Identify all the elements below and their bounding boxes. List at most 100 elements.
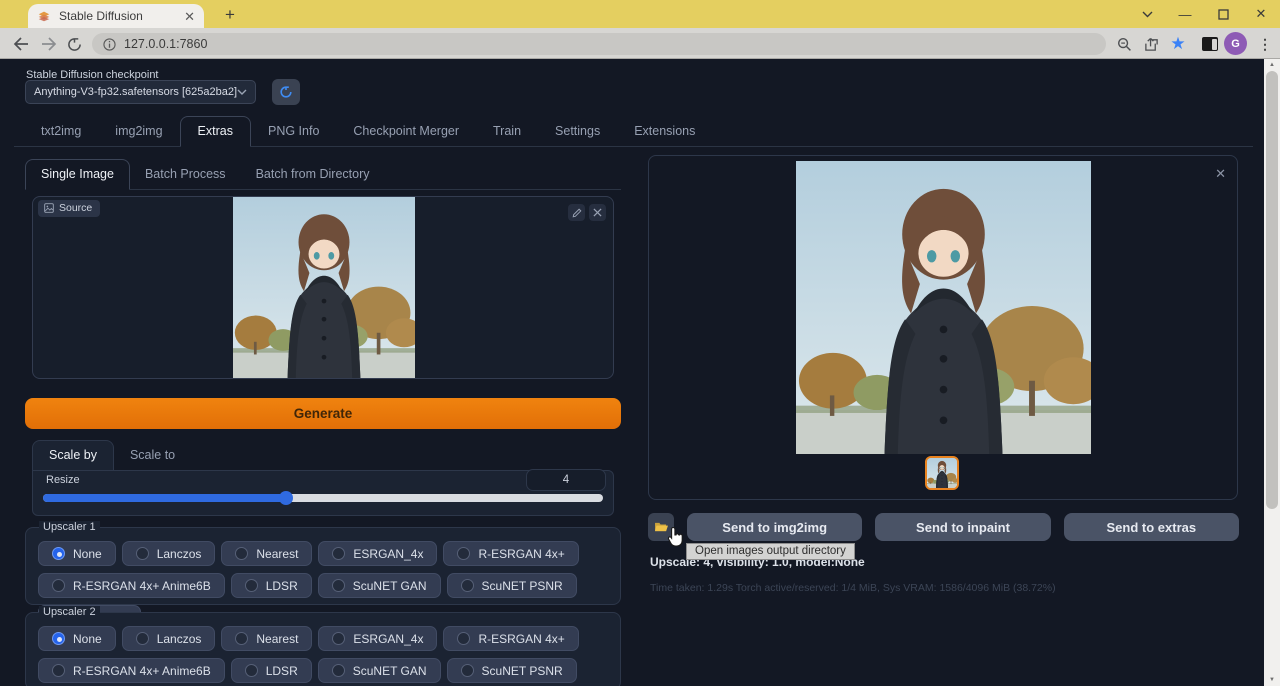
scrollbar-up-icon[interactable]: ▲ xyxy=(1264,62,1280,68)
zoom-icon[interactable] xyxy=(1112,33,1136,55)
upscaler2-option-esrgan-4x[interactable]: ESRGAN_4x xyxy=(318,626,437,651)
subtab-batch-process[interactable]: Batch Process xyxy=(130,160,241,189)
favicon-stable-diffusion xyxy=(37,9,51,23)
tab-img2img[interactable]: img2img xyxy=(98,117,179,146)
close-icon xyxy=(593,208,602,217)
tab-list-chevron-icon[interactable] xyxy=(1128,0,1166,28)
screen: Stable Diffusion ✕ + — ✕ 127.0.0.1:7860 xyxy=(0,0,1280,686)
upscaler1-option-esrgan-4x[interactable]: ESRGAN_4x xyxy=(318,541,437,566)
send-to-inpaint-button[interactable]: Send to inpaint xyxy=(875,513,1050,541)
send-to-img2img-button[interactable]: Send to img2img xyxy=(687,513,862,541)
tooltip: Open images output directory xyxy=(686,543,855,560)
main-tab-bar: txt2img img2img Extras PNG Info Checkpoi… xyxy=(14,118,1253,147)
tab-extras[interactable]: Extras xyxy=(180,116,251,147)
subtab-batch-from-directory[interactable]: Batch from Directory xyxy=(241,160,385,189)
side-panel-icon[interactable] xyxy=(1198,33,1222,55)
radio-icon xyxy=(457,632,470,645)
resize-slider-handle[interactable] xyxy=(279,491,293,505)
upscaler1-option-nearest[interactable]: Nearest xyxy=(221,541,312,566)
gallery-thumbnail-selected[interactable] xyxy=(925,456,959,490)
clear-image-button[interactable] xyxy=(589,204,606,221)
image-icon xyxy=(44,203,54,213)
thumbnail-image xyxy=(927,458,957,488)
send-to-extras-button[interactable]: Send to extras xyxy=(1064,513,1239,541)
window-close-button[interactable]: ✕ xyxy=(1242,0,1280,28)
upscaler1-option-lanczos[interactable]: Lanczos xyxy=(122,541,216,566)
tab-txt2img[interactable]: txt2img xyxy=(24,117,98,146)
site-info-icon[interactable] xyxy=(103,38,116,51)
radio-icon xyxy=(136,632,149,645)
upscaler2-option-lanczos[interactable]: Lanczos xyxy=(122,626,216,651)
radio-icon xyxy=(332,547,345,560)
upscaler1-option-scunet-gan[interactable]: ScuNET GAN xyxy=(318,573,441,598)
checkpoint-refresh-button[interactable] xyxy=(272,79,300,105)
upscaler2-option-none[interactable]: None xyxy=(38,626,116,651)
bookmark-star-icon[interactable]: ★ xyxy=(1166,33,1190,55)
scale-tab-bar: Scale by Scale to xyxy=(32,441,614,470)
upscaler1-option-scunet-psnr[interactable]: ScuNET PSNR xyxy=(447,573,577,598)
share-icon[interactable] xyxy=(1139,33,1163,55)
source-image-dropzone[interactable]: Source xyxy=(32,196,614,379)
upscaler-1-group: Upscaler 1 None Lanczos Nearest ESRGAN_4… xyxy=(25,527,621,605)
tab-train[interactable]: Train xyxy=(476,117,538,146)
image-source-tab-bar: Single Image Batch Process Batch from Di… xyxy=(25,160,621,190)
reload-button[interactable] xyxy=(63,33,85,55)
tab-png-info[interactable]: PNG Info xyxy=(251,117,336,146)
url-text: 127.0.0.1:7860 xyxy=(124,37,207,51)
back-button[interactable] xyxy=(10,33,32,55)
tab-close-icon[interactable]: ✕ xyxy=(184,10,195,23)
upscaler1-option-r-esrgan-4x[interactable]: R-ESRGAN 4x+ xyxy=(443,541,578,566)
new-tab-button[interactable]: + xyxy=(218,4,242,26)
result-image[interactable] xyxy=(796,161,1091,454)
source-image[interactable] xyxy=(233,197,415,378)
tab-settings[interactable]: Settings xyxy=(538,117,617,146)
radio-icon xyxy=(235,547,248,560)
resize-value-input[interactable]: 4 xyxy=(526,469,606,491)
radio-icon xyxy=(332,579,345,592)
radio-icon xyxy=(235,632,248,645)
subtab-scale-to[interactable]: Scale to xyxy=(114,441,191,470)
radio-icon xyxy=(52,547,65,560)
resize-slider[interactable] xyxy=(43,494,603,502)
browser-tabstrip: Stable Diffusion ✕ + — ✕ xyxy=(0,0,1280,28)
subtab-single-image[interactable]: Single Image xyxy=(25,159,130,190)
tab-checkpoint-merger[interactable]: Checkpoint Merger xyxy=(336,117,476,146)
checkpoint-value: Anything-V3-fp32.safetensors [625a2ba2] xyxy=(34,86,237,98)
radio-icon xyxy=(332,664,345,677)
upscaler2-option-r-esrgan-4x[interactable]: R-ESRGAN 4x+ xyxy=(443,626,578,651)
subtab-scale-by[interactable]: Scale by xyxy=(32,440,114,471)
window-maximize-button[interactable] xyxy=(1204,0,1242,28)
url-bar[interactable]: 127.0.0.1:7860 xyxy=(92,33,1106,55)
scrollbar-down-icon[interactable]: ▼ xyxy=(1264,677,1280,683)
page-scrollbar[interactable]: ▲ ▼ xyxy=(1264,59,1280,686)
browser-tab[interactable]: Stable Diffusion ✕ xyxy=(28,4,204,28)
upscaler2-option-nearest[interactable]: Nearest xyxy=(221,626,312,651)
result-gallery: ✕ xyxy=(648,155,1238,500)
footer-stats-text: Time taken: 1.29s Torch active/reserved:… xyxy=(650,582,1056,594)
upscaler2-option-scunet-gan[interactable]: ScuNET GAN xyxy=(318,658,441,683)
upscaler1-option-ldsr[interactable]: LDSR xyxy=(231,573,312,598)
edit-image-button[interactable] xyxy=(568,204,585,221)
upscaler2-option-ldsr[interactable]: LDSR xyxy=(231,658,312,683)
source-chip: Source xyxy=(38,200,100,217)
browser-menu-icon[interactable]: ⋮ xyxy=(1253,33,1277,55)
profile-avatar[interactable]: G xyxy=(1224,32,1247,55)
window-minimize-button[interactable]: — xyxy=(1166,0,1204,28)
tab-extensions[interactable]: Extensions xyxy=(617,117,712,146)
upscaler1-option-r-esrgan-anime6b[interactable]: R-ESRGAN 4x+ Anime6B xyxy=(38,573,225,598)
radio-icon xyxy=(461,579,474,592)
upscaler2-option-scunet-psnr[interactable]: ScuNET PSNR xyxy=(447,658,577,683)
upscaler2-option-r-esrgan-anime6b[interactable]: R-ESRGAN 4x+ Anime6B xyxy=(38,658,225,683)
gallery-close-icon[interactable]: ✕ xyxy=(1215,167,1226,180)
radio-icon xyxy=(52,579,65,592)
forward-button[interactable] xyxy=(38,33,60,55)
upscaler1-option-none[interactable]: None xyxy=(38,541,116,566)
checkpoint-dropdown[interactable]: Anything-V3-fp32.safetensors [625a2ba2] xyxy=(25,80,256,104)
source-label: Source xyxy=(59,202,92,214)
browser-tab-title: Stable Diffusion xyxy=(59,9,176,23)
radio-icon xyxy=(461,664,474,677)
radio-icon xyxy=(52,664,65,677)
generate-button[interactable]: Generate xyxy=(25,398,621,429)
scrollbar-thumb[interactable] xyxy=(1266,71,1278,509)
generate-label: Generate xyxy=(294,406,353,421)
